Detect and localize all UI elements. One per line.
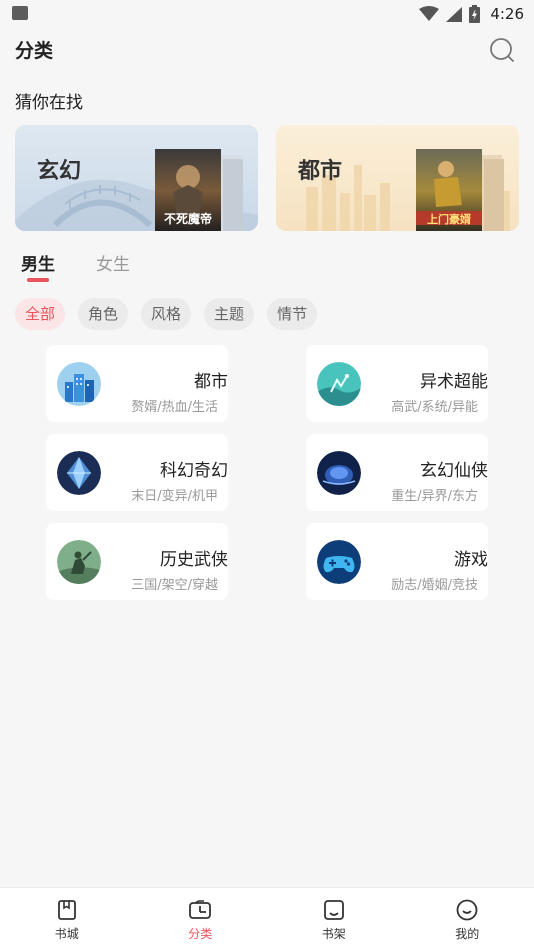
category-card-xuanhuan[interactable]: 玄幻仙侠 重生/异界/东方 (306, 434, 488, 511)
nav-label: 书架 (321, 927, 346, 941)
category-tags: 赘婿/热血/生活 (131, 400, 218, 415)
nav-label: 书城 (54, 927, 79, 941)
tab-female[interactable]: 女生 (96, 250, 130, 275)
status-icons: 4:26 (419, 4, 524, 24)
history-icon (57, 540, 101, 584)
category-tags: 励志/婚姻/竞技 (391, 578, 478, 593)
scifi-icon (57, 451, 101, 495)
page-title: 分类 (15, 40, 54, 62)
notification-app-icon (12, 6, 28, 20)
battery-icon (469, 5, 481, 23)
bookstore-icon (57, 900, 76, 920)
banner-label: 玄幻 (37, 159, 82, 184)
category-card-kehuan[interactable]: 科幻奇幻 末日/变异/机甲 (46, 434, 228, 511)
book-cover-image: 不死魔帝 (155, 149, 243, 231)
category-name: 异术超能 (420, 372, 488, 392)
section-title-suggest: 猜你在找 (15, 93, 83, 113)
tab-male[interactable]: 男生 (21, 250, 55, 275)
category-card-lishi[interactable]: 历史武侠 三国/架空/穿越 (46, 523, 228, 600)
profile-icon (456, 899, 478, 921)
nav-bookshelf[interactable]: 书架 (267, 888, 401, 950)
category-icon (189, 900, 212, 919)
category-tags: 高武/系统/异能 (391, 400, 478, 415)
chip-plot[interactable]: 情节 (267, 298, 318, 330)
category-tags: 重生/异界/东方 (391, 489, 478, 504)
tab-indicator (27, 278, 49, 282)
status-bar: 4:26 (0, 0, 534, 28)
filter-chip-bar: 全部 角色 风格 主题 情节 (15, 298, 318, 330)
search-button[interactable] (488, 36, 516, 64)
nav-category[interactable]: 分类 (134, 888, 268, 950)
gamepad-icon (317, 540, 361, 584)
chip-style[interactable]: 风格 (141, 298, 192, 330)
signal-icon (446, 7, 463, 22)
clock: 4:26 (490, 5, 524, 23)
category-card-youxi[interactable]: 游戏 励志/婚姻/竞技 (306, 523, 488, 600)
chip-theme[interactable]: 主题 (204, 298, 255, 330)
book-cover-title: 上门豪婿 (427, 212, 472, 226)
bookshelf-icon (323, 900, 344, 920)
nav-label: 我的 (455, 927, 480, 941)
category-name: 科幻奇幻 (160, 461, 228, 481)
category-card-yishu[interactable]: 异术超能 高武/系统/异能 (306, 345, 488, 422)
search-icon (490, 38, 514, 62)
chip-role[interactable]: 角色 (78, 298, 129, 330)
category-tags: 末日/变异/机甲 (131, 489, 218, 504)
fantasy-icon (317, 451, 361, 495)
nav-profile[interactable]: 我的 (401, 888, 534, 950)
category-name: 游戏 (454, 550, 488, 570)
category-name: 历史武侠 (160, 550, 228, 570)
category-tags: 三国/架空/穿越 (131, 578, 218, 593)
nav-label: 分类 (188, 927, 213, 941)
wifi-icon (419, 6, 440, 21)
bottom-nav: 书城 分类 书架 我的 (0, 887, 534, 950)
book-cover-title: 不死魔帝 (164, 211, 212, 226)
chip-all[interactable]: 全部 (15, 298, 66, 330)
book-cover-image: 上门豪婿 (416, 149, 504, 231)
banner-label: 都市 (298, 159, 343, 184)
category-name: 玄幻仙侠 (420, 461, 488, 481)
category-card-dushi[interactable]: 都市 赘婿/热血/生活 (46, 345, 228, 422)
category-name: 都市 (194, 372, 228, 392)
banner-dushi[interactable]: 都市 上门豪婿 (276, 125, 519, 231)
city-icon (57, 362, 101, 406)
superpower-icon (317, 362, 361, 406)
nav-bookstore[interactable]: 书城 (0, 888, 134, 950)
banner-xuanhuan[interactable]: 玄幻 不死魔帝 (15, 125, 258, 231)
